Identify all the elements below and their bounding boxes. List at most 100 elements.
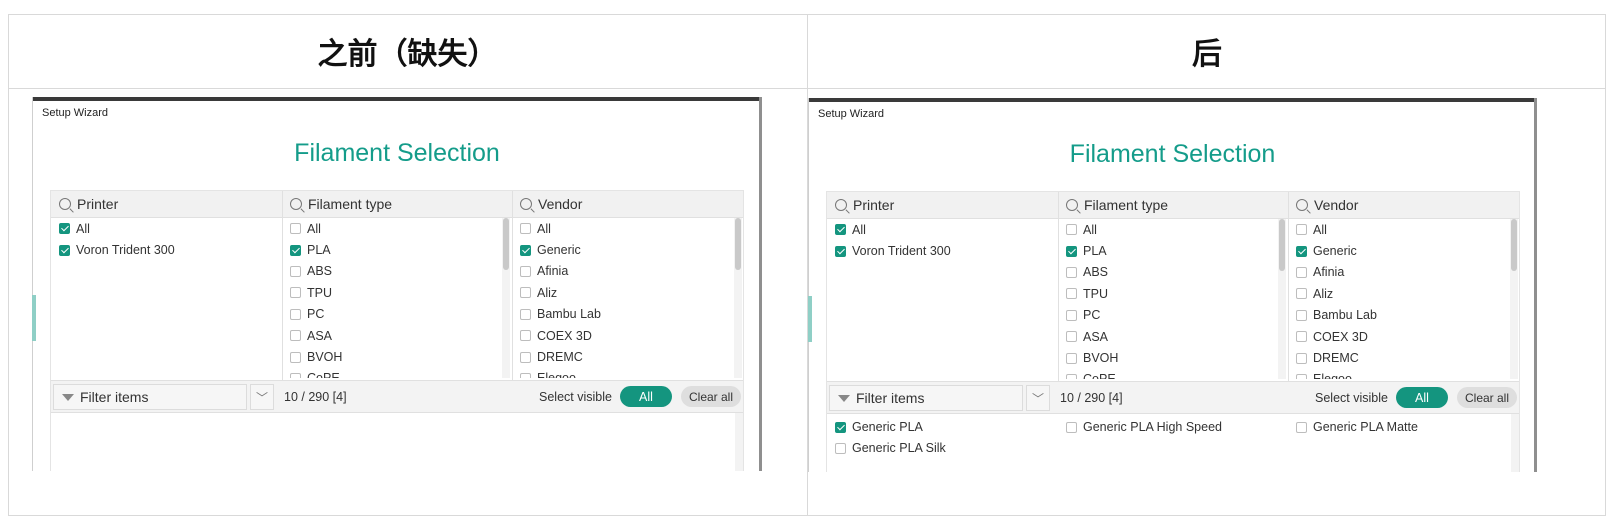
list-item[interactable]: All xyxy=(51,218,281,239)
checkbox[interactable] xyxy=(520,287,531,299)
checkbox[interactable] xyxy=(1296,373,1307,379)
checkbox[interactable] xyxy=(290,287,301,299)
list-item[interactable]: COEX 3D xyxy=(512,325,732,346)
result-item[interactable]: Generic PLA High Speed xyxy=(1058,417,1222,437)
checkbox[interactable] xyxy=(1296,224,1307,236)
filament-type-header[interactable]: Filament type xyxy=(1058,192,1288,219)
result-item[interactable]: Generic PLA Silk xyxy=(827,438,946,458)
list-item[interactable]: All xyxy=(1058,219,1278,240)
checkbox-checked[interactable] xyxy=(835,245,846,257)
vendor-header[interactable]: Vendor xyxy=(1288,192,1519,219)
checkbox[interactable] xyxy=(290,223,301,235)
list-item[interactable]: Elegoo xyxy=(512,368,732,378)
list-item[interactable]: ABS xyxy=(282,261,502,282)
list-item[interactable]: Bambu Lab xyxy=(1288,305,1508,326)
list-item[interactable]: Elegoo xyxy=(1288,369,1508,379)
list-item[interactable]: BVOH xyxy=(1058,347,1278,368)
chevron-down-icon[interactable]: ﹀ xyxy=(1026,385,1050,411)
checkbox[interactable] xyxy=(1066,421,1077,433)
list-item[interactable]: COEX 3D xyxy=(1288,326,1508,347)
list-item[interactable]: ASA xyxy=(1058,326,1278,347)
checkbox[interactable] xyxy=(1066,288,1077,300)
scrollbar-thumb[interactable] xyxy=(735,218,741,270)
checkbox[interactable] xyxy=(520,351,531,363)
list-item[interactable]: All xyxy=(282,218,502,239)
filament-scrollbar[interactable] xyxy=(502,218,510,378)
result-item[interactable]: Generic PLA Matte xyxy=(1288,417,1418,437)
list-item[interactable]: PLA xyxy=(282,239,502,260)
printer-header[interactable]: Printer xyxy=(827,192,1058,219)
list-item[interactable]: Afinia xyxy=(512,261,732,282)
checkbox[interactable] xyxy=(1296,331,1307,343)
checkbox[interactable] xyxy=(1296,421,1307,433)
checkbox[interactable] xyxy=(290,330,301,342)
printer-header[interactable]: Printer xyxy=(51,191,282,218)
checkbox[interactable] xyxy=(520,372,531,378)
checkbox[interactable] xyxy=(1066,331,1077,343)
list-item[interactable]: TPU xyxy=(1058,283,1278,304)
list-item[interactable]: Generic xyxy=(512,239,732,260)
checkbox[interactable] xyxy=(1296,266,1307,278)
checkbox[interactable] xyxy=(1296,309,1307,321)
vendor-scrollbar[interactable] xyxy=(734,218,742,378)
checkbox-checked[interactable] xyxy=(1296,245,1307,257)
checkbox[interactable] xyxy=(1066,309,1077,321)
list-item[interactable]: Afinia xyxy=(1288,262,1508,283)
list-item[interactable]: CoPE xyxy=(282,368,502,378)
list-item[interactable]: DREMC xyxy=(1288,347,1508,368)
chevron-down-icon[interactable]: ﹀ xyxy=(250,384,274,410)
checkbox[interactable] xyxy=(290,351,301,363)
list-item[interactable]: DREMC xyxy=(512,346,732,367)
checkbox-checked[interactable] xyxy=(59,223,70,235)
clear-all-button[interactable]: Clear all xyxy=(681,386,741,407)
list-item[interactable]: PC xyxy=(1058,305,1278,326)
list-item[interactable]: Bambu Lab xyxy=(512,304,732,325)
checkbox[interactable] xyxy=(1296,288,1307,300)
checkbox[interactable] xyxy=(520,265,531,277)
list-item[interactable]: Aliz xyxy=(1288,283,1508,304)
list-item[interactable]: All xyxy=(512,218,732,239)
list-item[interactable]: BVOH xyxy=(282,346,502,367)
checkbox-checked[interactable] xyxy=(290,244,301,256)
list-item[interactable]: Aliz xyxy=(512,282,732,303)
list-item[interactable]: PC xyxy=(282,304,502,325)
scrollbar-thumb[interactable] xyxy=(1511,219,1517,271)
checkbox[interactable] xyxy=(1066,266,1077,278)
checkbox-checked[interactable] xyxy=(835,224,846,236)
list-item[interactable]: TPU xyxy=(282,282,502,303)
checkbox[interactable] xyxy=(1066,352,1077,364)
list-item[interactable]: All xyxy=(827,219,1057,240)
scrollbar-thumb[interactable] xyxy=(503,218,509,270)
checkbox[interactable] xyxy=(1066,373,1077,379)
results-scrollbar[interactable] xyxy=(735,413,743,471)
checkbox[interactable] xyxy=(520,308,531,320)
checkbox[interactable] xyxy=(520,330,531,342)
checkbox-checked[interactable] xyxy=(59,244,70,256)
select-all-button[interactable]: All xyxy=(620,386,672,407)
filament-type-header[interactable]: Filament type xyxy=(282,191,512,218)
result-item[interactable]: Generic PLA xyxy=(827,417,923,437)
checkbox[interactable] xyxy=(290,308,301,320)
checkbox-checked[interactable] xyxy=(835,421,846,433)
results-scrollbar[interactable] xyxy=(1511,414,1519,472)
list-item[interactable]: ASA xyxy=(282,325,502,346)
checkbox[interactable] xyxy=(1066,224,1077,236)
select-all-button[interactable]: All xyxy=(1396,387,1448,408)
list-item[interactable]: Voron Trident 300 xyxy=(51,239,281,260)
filter-input[interactable]: Filter items xyxy=(829,385,1023,411)
clear-all-button[interactable]: Clear all xyxy=(1457,387,1517,408)
vendor-header[interactable]: Vendor xyxy=(512,191,743,218)
checkbox[interactable] xyxy=(520,223,531,235)
checkbox[interactable] xyxy=(1296,352,1307,364)
list-item[interactable]: PLA xyxy=(1058,240,1278,261)
checkbox[interactable] xyxy=(835,442,846,454)
checkbox[interactable] xyxy=(290,372,301,378)
checkbox-checked[interactable] xyxy=(520,244,531,256)
checkbox[interactable] xyxy=(290,265,301,277)
vendor-scrollbar[interactable] xyxy=(1510,219,1518,379)
filter-input[interactable]: Filter items xyxy=(53,384,247,410)
scrollbar-thumb[interactable] xyxy=(1279,219,1285,271)
filament-scrollbar[interactable] xyxy=(1278,219,1286,379)
list-item[interactable]: CoPE xyxy=(1058,369,1278,379)
list-item[interactable]: ABS xyxy=(1058,262,1278,283)
